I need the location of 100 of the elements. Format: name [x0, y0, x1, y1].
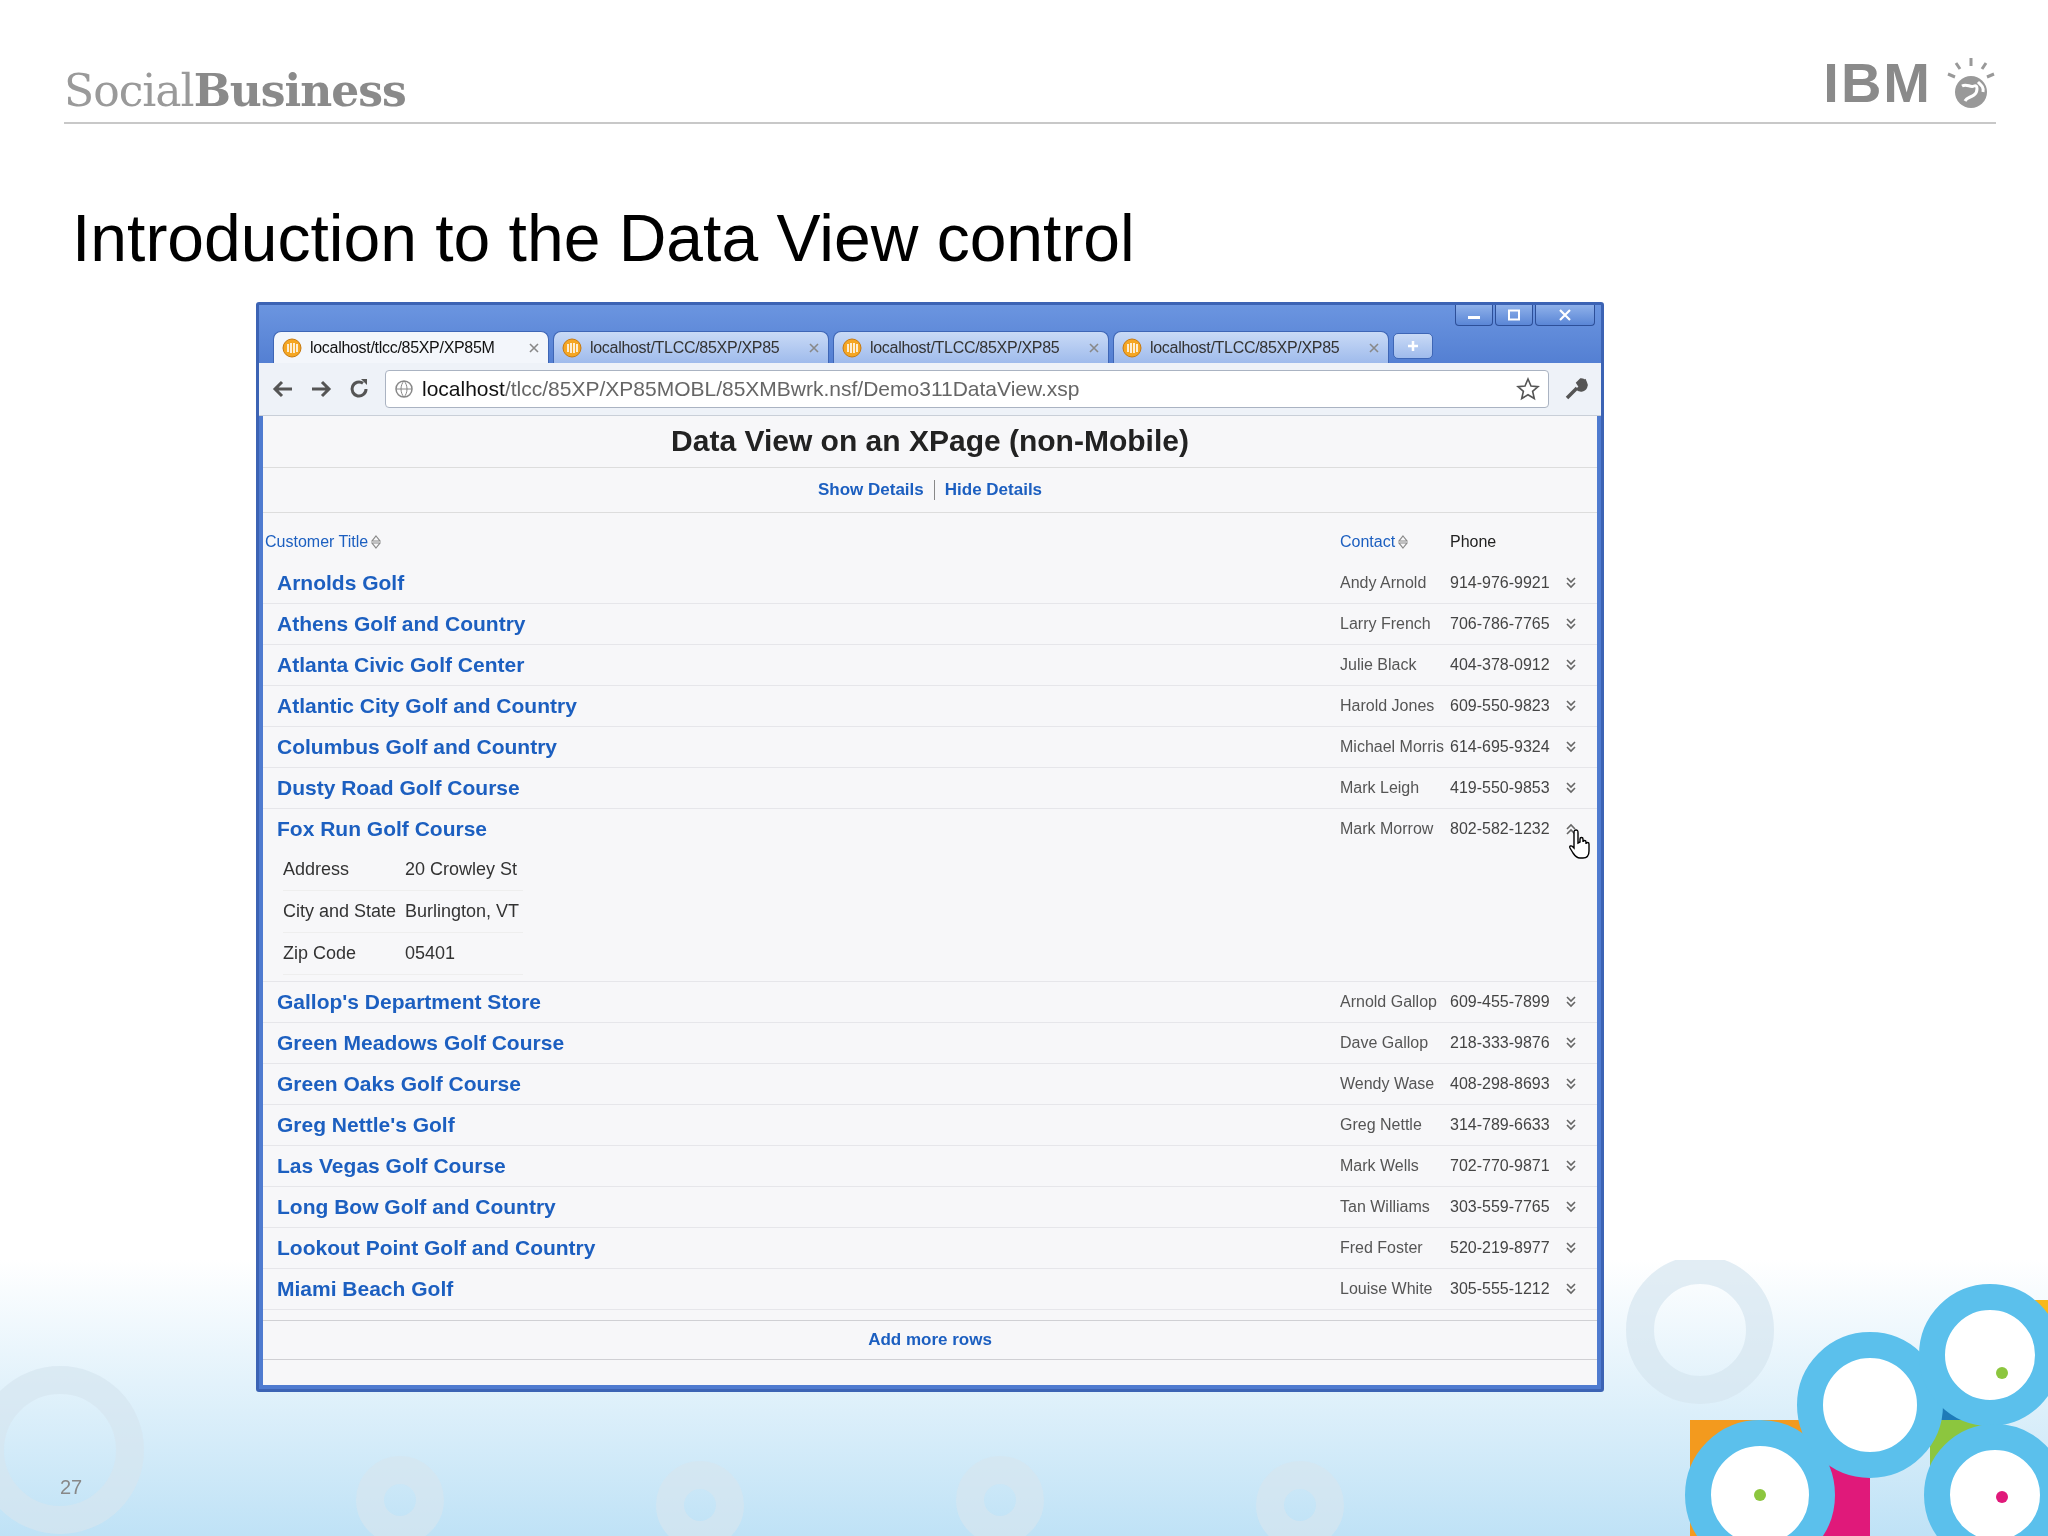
forward-icon[interactable] — [309, 378, 333, 400]
plus-icon — [1406, 339, 1420, 353]
customer-link[interactable]: Athens Golf and Country — [277, 612, 526, 635]
details-link[interactable]: Show Details — [817, 480, 924, 500]
expand-icon[interactable] — [1565, 1242, 1577, 1254]
expand-icon[interactable] — [1565, 659, 1577, 671]
contact-cell-text: Fred Foster — [1340, 1239, 1424, 1257]
globe-icon — [1946, 56, 1996, 110]
column-header[interactable]: Customer Title — [265, 533, 369, 551]
slide-title: Introduction to the Data View control — [72, 200, 1136, 276]
contact-cell-text: Dave Gallop — [1340, 1034, 1430, 1052]
expand-icon[interactable] — [1565, 1078, 1577, 1090]
expand-icon[interactable] — [1565, 618, 1577, 630]
sort-icon[interactable] — [1398, 535, 1409, 549]
favicon-icon — [1122, 337, 1142, 358]
back-icon[interactable] — [271, 378, 295, 400]
expand-icon[interactable] — [1565, 1283, 1577, 1295]
contact-cell-text: Tan Williams — [1340, 1198, 1431, 1216]
favicon-icon — [842, 337, 862, 358]
detail-label: City and State — [283, 901, 398, 922]
minimize-button[interactable] — [1455, 305, 1493, 326]
expand-icon[interactable] — [1565, 996, 1577, 1008]
customer-link[interactable]: Greg Nettle's Golf — [277, 1113, 455, 1136]
phone-cell-text: 305-555-1212 — [1450, 1280, 1551, 1298]
details-link[interactable]: Hide Details — [944, 480, 1043, 500]
favicon-icon — [562, 337, 582, 358]
wrench-icon[interactable] — [1563, 376, 1589, 402]
address-bar[interactable]: localhost/tlcc/85XP/XP85MOBL/85XMBwrk.nsf/Demo311DataView.xsp — [385, 370, 1549, 408]
contact-cell-text: Arnold Gallop — [1340, 993, 1438, 1011]
customer-link[interactable]: Miami Beach Golf — [277, 1277, 454, 1300]
browser-tab[interactable]: localhost/tlcc/85XP/XP85M — [273, 331, 549, 363]
customer-link[interactable]: Dusty Road Golf Course — [277, 776, 520, 799]
phone-cell-text: 609-550-9823 — [1450, 697, 1551, 715]
star-icon[interactable] — [1516, 377, 1540, 401]
browser-tab[interactable]: localhost/TLCC/85XP/XP85 — [833, 331, 1109, 363]
contact-cell-text: Mark Wells — [1340, 1157, 1420, 1175]
company-logo: IBM — [1823, 56, 1932, 110]
globe-icon — [394, 379, 414, 399]
expand-icon[interactable] — [1565, 1037, 1577, 1049]
customer-link[interactable]: Gallop's Department Store — [277, 990, 542, 1013]
phone-cell-text: 706-786-7765 — [1450, 615, 1551, 633]
contact-cell-text: Andy Arnold — [1340, 574, 1428, 592]
url-text: localhost/tlcc/85XP/XP85MOBL/85XMBwrk.nsf/Demo311DataView.xsp — [422, 377, 1081, 401]
detail-value: Burlington, VT — [405, 901, 520, 922]
expand-icon[interactable] — [1565, 577, 1577, 589]
expand-icon[interactable] — [1565, 1119, 1577, 1131]
customer-link[interactable]: Columbus Golf and Country — [277, 735, 557, 758]
phone-cell-text: 419-550-9853 — [1450, 779, 1551, 797]
close-button[interactable] — [1535, 305, 1595, 326]
phone-cell-text: 303-559-7765 — [1450, 1198, 1551, 1216]
phone-cell-text: 314-789-6633 — [1450, 1116, 1551, 1134]
phone-cell-text: 408-298-8693 — [1450, 1075, 1551, 1093]
customer-link[interactable]: Arnolds Golf — [277, 571, 405, 594]
column-header[interactable]: Contact — [1340, 533, 1396, 551]
contact-cell-text: Larry French — [1340, 615, 1432, 633]
expand-icon[interactable] — [1565, 741, 1577, 753]
expand-icon[interactable] — [1565, 1201, 1577, 1213]
detail-label: Address — [283, 859, 351, 880]
favicon-icon — [282, 337, 302, 358]
expand-icon[interactable] — [1565, 1160, 1577, 1172]
phone-cell-text: 218-333-9876 — [1450, 1034, 1551, 1052]
expand-icon[interactable] — [1565, 782, 1577, 794]
maximize-icon — [1507, 309, 1521, 321]
customer-link[interactable]: Green Meadows Golf Course — [277, 1031, 565, 1054]
browser-tab[interactable]: localhost/TLCC/85XP/XP85 — [553, 331, 829, 363]
page-heading: Data View on an XPage (non-Mobile) — [263, 416, 1597, 468]
customer-link[interactable]: Green Oaks Golf Course — [277, 1072, 521, 1095]
contact-cell-text: Mark Morrow — [1340, 820, 1435, 838]
contact-cell-text: Julie Black — [1340, 656, 1418, 674]
sort-icon[interactable] — [371, 535, 382, 549]
browser-tab[interactable]: localhost/TLCC/85XP/XP85 — [1113, 331, 1389, 363]
contact-cell-text: Louise White — [1340, 1280, 1434, 1298]
column-header: Phone — [1450, 533, 1497, 551]
contact-cell-text: Mark Leigh — [1340, 779, 1421, 797]
detail-value: 20 Crowley St — [405, 859, 518, 880]
maximize-button[interactable] — [1495, 305, 1533, 326]
customer-link[interactable]: Las Vegas Golf Course — [277, 1154, 506, 1177]
new-tab-button[interactable] — [1393, 333, 1433, 359]
phone-cell-text: 914-976-9921 — [1450, 574, 1551, 592]
close-tab-icon[interactable] — [528, 341, 540, 354]
contact-cell-text: Michael Morris — [1340, 738, 1445, 756]
customer-link[interactable]: Fox Run Golf Course — [277, 817, 487, 840]
contact-cell-text: Wendy Wase — [1340, 1075, 1436, 1093]
page-number: 27 — [60, 1476, 83, 1499]
customer-link[interactable]: Lookout Point Golf and Country — [277, 1236, 596, 1259]
customer-link[interactable]: Long Bow Golf and Country — [277, 1195, 556, 1218]
add-rows-link[interactable]: Add more rows — [868, 1330, 992, 1350]
phone-cell-text: 614-695-9324 — [1450, 738, 1551, 756]
customer-link[interactable]: Atlanta Civic Golf Center — [277, 653, 525, 676]
phone-cell-text: 802-582-1232 — [1450, 820, 1551, 838]
contact-cell-text: Greg Nettle — [1340, 1116, 1423, 1134]
phone-cell-text: 702-770-9871 — [1450, 1157, 1551, 1175]
phone-cell-text: 404-378-0912 — [1450, 656, 1551, 674]
expand-icon[interactable] — [1565, 700, 1577, 712]
brand-name: SocialBusiness — [64, 65, 406, 116]
detail-label: Zip Code — [283, 943, 358, 964]
detail-value: 05401 — [405, 943, 456, 964]
contact-cell-text: Harold Jones — [1340, 697, 1436, 715]
phone-cell-text: 520-219-8977 — [1450, 1239, 1551, 1257]
customer-link[interactable]: Atlantic City Golf and Country — [277, 694, 577, 717]
